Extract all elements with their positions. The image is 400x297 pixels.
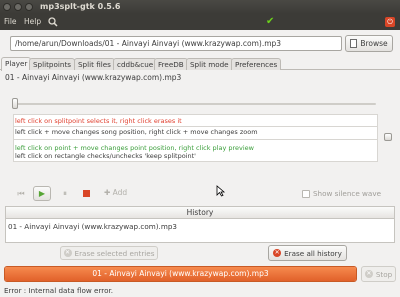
history-list[interactable]: 01 - Ainvayi Ainvayi (www.krazywap.com).… (5, 219, 395, 243)
stop-icon: ✕ (364, 270, 373, 278)
status-bar: Error : Internal data flow error. (4, 286, 114, 295)
silence-wave-toggle[interactable]: Show silence wave (302, 189, 381, 198)
split-progress-bar[interactable]: 01 - Ainvayi Ainvayi (www.krazywap.com).… (4, 266, 357, 282)
tab-bar: Player Splitpoints Split files cddb&cue … (0, 57, 400, 71)
position-track (12, 103, 376, 105)
browse-button[interactable]: Browse (345, 35, 393, 52)
erase-selected-button[interactable]: ✕ Erase selected entries (60, 246, 158, 260)
title-bar: mp3splt-gtk 0.5.6 (0, 0, 400, 14)
document-icon (350, 39, 358, 48)
menu-help[interactable]: Help (24, 17, 41, 26)
position-knob[interactable] (12, 98, 18, 109)
quit-icon[interactable]: ⏻ (385, 17, 395, 27)
wave-divider (14, 161, 377, 162)
window-title: mp3splt-gtk 0.5.6 (40, 2, 121, 11)
hint-keep-splitpoint: left click on rectangle checks/unchecks … (15, 152, 196, 160)
tab-split-files[interactable]: Split files (74, 58, 115, 70)
add-label: Add (112, 188, 128, 197)
stop-label: Stop (375, 269, 393, 279)
tab-splitpoints[interactable]: Splitpoints (29, 58, 76, 70)
player-controls: ⏮ ▶ ⏸ ✚ Add Show silence wave (0, 186, 400, 202)
tab-player[interactable]: Player (1, 57, 32, 71)
erase-all-label: Erase all history (284, 248, 342, 258)
check-icon: ✔ (266, 16, 275, 27)
menu-bar: File Help ✔ ⏻ (0, 14, 400, 30)
tab-split-mode[interactable]: Split mode (186, 58, 233, 70)
erase-icon: ✕ (273, 249, 282, 257)
hint-move-position: left click + move changes song position,… (15, 128, 258, 136)
browse-label: Browse (360, 39, 388, 48)
add-splitpoint-button[interactable]: ✚ Add (104, 188, 127, 197)
hint-select-splitpoint: left click on splitpoint selects it, rig… (15, 117, 182, 125)
volume-knob[interactable] (384, 133, 392, 141)
silence-checkbox[interactable] (302, 189, 310, 198)
erase-icon: ✕ (63, 249, 72, 257)
waveform-area[interactable]: left click on splitpoint selects it, rig… (13, 114, 378, 162)
wave-divider (14, 126, 377, 127)
stop-playback-button[interactable] (77, 186, 95, 201)
previous-icon[interactable]: ⏮ (12, 186, 30, 201)
silence-label: Show silence wave (313, 189, 382, 198)
erase-selected-label: Erase selected entries (74, 248, 155, 258)
mouse-cursor-icon (216, 185, 226, 197)
window-buttons (3, 3, 33, 11)
wave-divider (14, 139, 377, 140)
song-name: 01 - Ainvayi Ainvayi (www.krazywap.com).… (5, 73, 182, 82)
history-header: History (5, 206, 395, 219)
menu-file[interactable]: File (4, 17, 17, 26)
tab-cddb-cue[interactable]: cddb&cue (113, 58, 158, 70)
minimize-window-button[interactable] (14, 3, 22, 11)
progress-label: 01 - Ainvayi Ainvayi (www.krazywap.com).… (92, 269, 269, 278)
close-window-button[interactable] (3, 3, 11, 11)
pause-icon[interactable]: ⏸ (56, 186, 74, 201)
search-icon[interactable] (48, 17, 58, 27)
tab-preferences[interactable]: Preferences (231, 58, 282, 70)
maximize-window-button[interactable] (25, 3, 33, 11)
history-item[interactable]: 01 - Ainvayi Ainvayi (www.krazywap.com).… (8, 222, 177, 231)
stop-button[interactable]: ✕ Stop (361, 266, 396, 282)
play-button[interactable]: ▶ (33, 186, 51, 201)
tab-freedb[interactable]: FreeDB (154, 58, 188, 70)
position-slider[interactable] (12, 98, 380, 109)
hint-move-point: left click on point + move changes point… (15, 144, 254, 152)
stop-icon (82, 190, 90, 197)
erase-all-button[interactable]: ✕ Erase all history (268, 245, 347, 261)
file-path-input[interactable]: /home/arun/Downloads/01 - Ainvayi Ainvay… (10, 36, 342, 51)
